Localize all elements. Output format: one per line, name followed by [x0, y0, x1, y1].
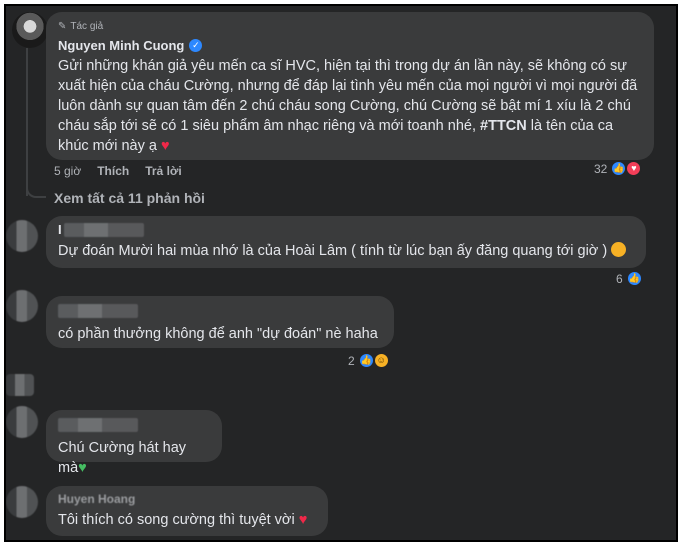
- haha-reaction-icon: ☺: [372, 352, 390, 369]
- author-comment-text: Gửi những khán giả yêu mến ca sĩ HVC, hi…: [58, 56, 642, 156]
- reply-text: Tôi thích có song cường thì tuyệt vời: [58, 512, 295, 528]
- like-reaction-icon: 👍: [625, 270, 643, 287]
- reply-button[interactable]: Trả lời: [145, 164, 182, 178]
- reply-bubble: có phần thưởng không để anh "dự đoán" nè…: [46, 296, 394, 348]
- thread-connector: [26, 182, 46, 198]
- author-comment-bubble: ✎ Tác giả Nguyen Minh Cuong ✓ Gửi những …: [46, 12, 654, 160]
- wow-emoji-icon: [611, 242, 627, 257]
- love-reaction-icon: ♥: [625, 160, 643, 177]
- comment-time[interactable]: 5 giờ: [54, 164, 81, 178]
- author-name[interactable]: Nguyen Minh Cuong ✓: [58, 38, 642, 53]
- like-button[interactable]: Thích: [97, 164, 129, 178]
- reply-reactions[interactable]: 6 👍: [616, 270, 643, 287]
- reply-bubble: Chú Cường hát hay mà♥: [46, 410, 222, 476]
- hidden-row-avatar: [6, 374, 34, 396]
- reply-bubble: Huyen Hoang Tôi thích có song cường thì …: [46, 486, 328, 536]
- reply-author-name-blurred[interactable]: [58, 418, 138, 432]
- comment-panel: ✎ Tác giả Nguyen Minh Cuong ✓ Gửi những …: [4, 4, 678, 542]
- reply-avatar[interactable]: [6, 486, 38, 518]
- author-avatar[interactable]: [12, 12, 48, 48]
- reply-bubble: I Dự đoán Mười hai mùa nhớ là của Hoài L…: [46, 216, 646, 268]
- heart-icon: ♥: [298, 512, 308, 528]
- author-name-label[interactable]: Nguyen Minh Cuong: [58, 38, 184, 53]
- green-heart-icon: ♥: [78, 460, 87, 476]
- reply-author-name-blurred[interactable]: [58, 304, 138, 318]
- pen-icon: ✎: [58, 21, 67, 32]
- reaction-count: 6: [616, 271, 623, 286]
- reply-text: Dự đoán Mười hai mùa nhớ là của Hoài Lâm…: [58, 243, 608, 259]
- reply-avatar[interactable]: [6, 290, 38, 322]
- reply-avatar[interactable]: [6, 406, 38, 438]
- reply-text: có phần thưởng không để anh "dự đoán" nè…: [58, 326, 378, 342]
- author-comment-reactions[interactable]: 32 👍 ♥: [594, 160, 643, 177]
- heart-icon: ♥: [161, 138, 170, 154]
- reply-reactions[interactable]: 2 👍 ☺: [348, 352, 390, 369]
- reaction-count: 32: [594, 161, 608, 176]
- verified-icon: ✓: [189, 39, 203, 52]
- author-comment-actions: 5 giờ Thích Trả lời: [54, 164, 182, 178]
- thread-line: [26, 48, 28, 196]
- reply-author-initial[interactable]: I: [58, 222, 62, 237]
- reply-avatar[interactable]: [6, 220, 38, 252]
- reply-author-name-blurred[interactable]: [63, 222, 144, 237]
- reply-author-name-blurred[interactable]: Huyen Hoang: [58, 492, 316, 506]
- view-all-replies-link[interactable]: Xem tất cả 11 phản hồi: [54, 190, 205, 206]
- hashtag-link[interactable]: #TTCN: [480, 118, 527, 134]
- author-badge-label: Tác giả: [70, 21, 104, 32]
- reaction-count: 2: [348, 353, 355, 368]
- author-badge: ✎ Tác giả: [58, 20, 642, 33]
